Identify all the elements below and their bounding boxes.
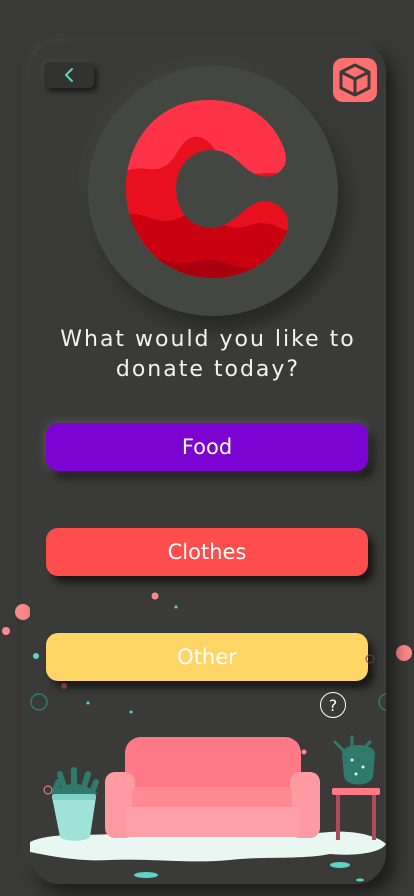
help-button[interactable]: ?	[320, 692, 346, 718]
plant-right	[332, 735, 380, 840]
living-room-illustration	[30, 592, 386, 882]
plant-left	[50, 767, 99, 841]
donation-card: What would you like to donate today? Foo…	[30, 42, 386, 884]
